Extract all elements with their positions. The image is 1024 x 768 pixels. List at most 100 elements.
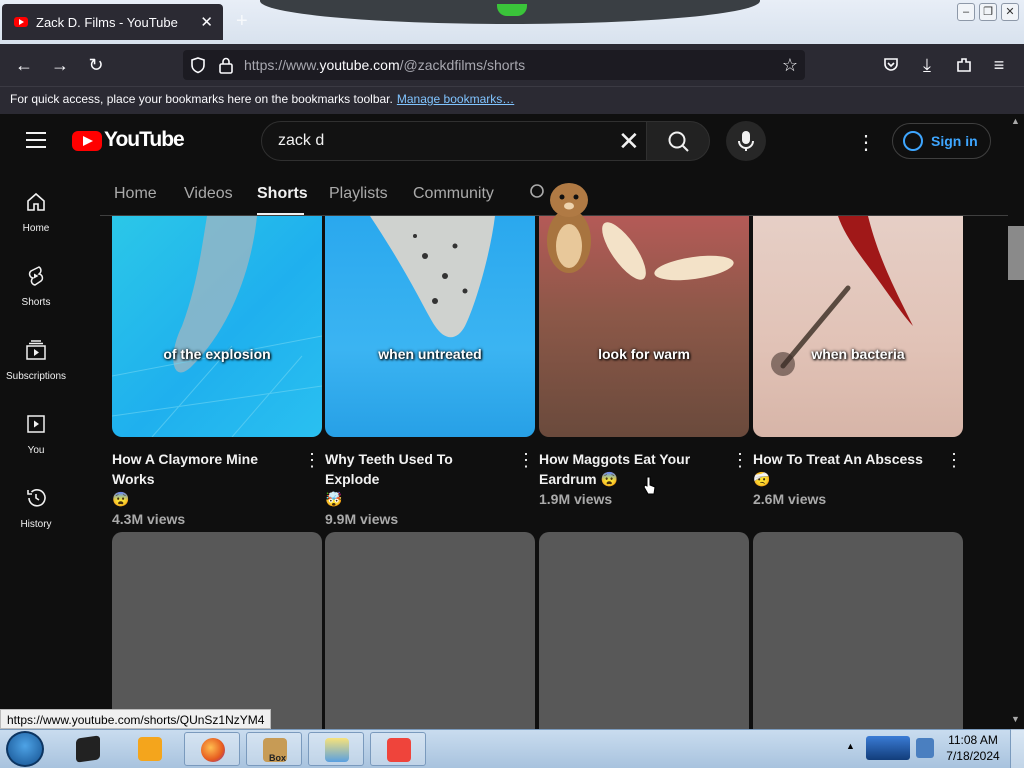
url-text[interactable]: https://www.youtube.com/@zackdfilms/shor… [244, 57, 525, 73]
search-button[interactable] [646, 121, 710, 161]
nav-you-label: You [27, 445, 45, 456]
taskbar-app-firefox[interactable] [184, 732, 240, 766]
short-caption-1: of the explosion [163, 346, 271, 362]
browser-tab-active[interactable]: Zack D. Films - YouTube ✕ [2, 4, 223, 40]
home-icon [27, 192, 45, 211]
short-placeholder-7 [539, 532, 749, 732]
scrollbar-thumb[interactable] [1008, 226, 1024, 280]
bookmarks-hint-text: For quick access, place your bookmarks h… [10, 92, 393, 106]
short-views-2: 9.9M views [325, 511, 399, 527]
show-desktop-button[interactable] [1010, 729, 1024, 768]
firefox-icon [201, 738, 225, 762]
short-thumbnail-2[interactable]: when untreated [325, 216, 535, 437]
volume-tray-icon[interactable] [916, 738, 934, 758]
reload-icon[interactable]: ↻ [83, 52, 109, 78]
hamster-sticker-image [547, 183, 591, 273]
you-icon [27, 415, 45, 433]
short-placeholder-6 [325, 532, 535, 732]
page-scrollbar[interactable] [1008, 115, 1024, 729]
tab-playlists[interactable]: Playlists [329, 185, 388, 203]
nav-history[interactable]: History [0, 486, 72, 530]
clear-search-icon[interactable]: ✕ [618, 128, 640, 154]
short-views-4: 2.6M views [753, 491, 827, 507]
shield-icon[interactable] [189, 56, 207, 74]
short-more-options-3-icon[interactable]: ⋮ [731, 450, 749, 471]
short-more-options-2-icon[interactable]: ⋮ [517, 450, 535, 471]
extensions-icon[interactable] [955, 56, 973, 74]
tray-expand-icon[interactable]: ▲ [846, 741, 855, 751]
status-link-preview: https://www.youtube.com/shorts/QUnSz1NzY… [0, 709, 272, 729]
short-caption-2: when untreated [378, 346, 482, 362]
nav-history-label: History [20, 519, 52, 530]
search-icon [668, 131, 689, 152]
short-views-3: 1.9M views [539, 491, 613, 507]
close-window-button[interactable]: ✕ [1001, 3, 1019, 21]
tab-shorts[interactable]: Shorts [257, 185, 308, 203]
short-placeholder-8 [753, 532, 963, 732]
terminal-icon [76, 735, 100, 763]
abscess-image [771, 216, 913, 376]
tab-home[interactable]: Home [114, 185, 157, 203]
short-title-3[interactable]: How Maggots Eat Your Eardrum 😨 1.9M views [539, 449, 725, 509]
clock-time: 11:08 AM [948, 733, 998, 747]
sign-in-label: Sign in [931, 133, 978, 149]
maximize-button[interactable]: ❐ [979, 3, 997, 21]
manage-bookmarks-link[interactable]: Manage bookmarks… [397, 92, 514, 106]
short-title-1[interactable]: How A Claymore Mine Works 😨 4.3M views [112, 449, 298, 529]
short-thumbnail-1[interactable]: of the explosion [112, 216, 322, 437]
app-menu-icon[interactable]: ≡ [986, 52, 1012, 78]
taskbar-app-box[interactable]: Box [246, 732, 302, 766]
lock-icon[interactable] [218, 56, 234, 74]
nav-shorts-label: Shorts [21, 297, 51, 308]
microphone-icon [738, 131, 754, 151]
minimize-button[interactable]: – [957, 3, 975, 21]
short-title-4[interactable]: How To Treat An Abscess 🤕 2.6M views [753, 449, 939, 509]
media-player-icon [138, 737, 162, 761]
tab-close-button[interactable]: ✕ [200, 13, 213, 31]
start-button[interactable] [6, 731, 44, 767]
nav-subscriptions[interactable]: Subscriptions [0, 338, 72, 382]
scroll-down-icon[interactable]: ▼ [1011, 714, 1020, 724]
taskbar-app-terminal[interactable] [60, 732, 116, 766]
tooth-image [370, 216, 495, 338]
bookmark-star-icon[interactable]: ☆ [777, 52, 803, 78]
installer-icon [325, 738, 349, 762]
short-thumbnail-4[interactable]: when bacteria [753, 216, 963, 437]
scroll-up-icon[interactable]: ▲ [1011, 116, 1020, 126]
youtube-logo-icon[interactable] [72, 131, 102, 151]
new-tab-button[interactable]: + [236, 10, 248, 33]
nav-home[interactable]: Home [0, 190, 72, 234]
search-input-value[interactable]: zack d [278, 132, 324, 150]
network-tray-icon[interactable] [866, 736, 910, 760]
nav-you[interactable]: You [0, 412, 72, 456]
pocket-icon[interactable] [882, 56, 900, 74]
download-icon[interactable]: ⤓ [914, 52, 940, 78]
taskbar-clock[interactable]: 11:08 AM 7/18/2024 [944, 732, 1002, 764]
hamburger-menu-icon[interactable] [26, 132, 46, 148]
taskbar-app-anydesk[interactable] [370, 732, 426, 766]
box-app-label: Box [269, 753, 287, 763]
taskbar-app-installer[interactable] [308, 732, 364, 766]
taskbar-app-media-player[interactable] [122, 732, 178, 766]
nav-home-label: Home [22, 223, 50, 234]
short-more-options-1-icon[interactable]: ⋮ [303, 450, 321, 471]
nav-subscriptions-label: Subscriptions [5, 371, 67, 382]
back-arrow-icon[interactable]: ← [11, 52, 37, 78]
youtube-logo-text[interactable]: YouTube [104, 128, 185, 152]
nav-shorts[interactable]: Shorts [0, 264, 72, 308]
bookmarks-toolbar: For quick access, place your bookmarks h… [0, 86, 1024, 114]
sign-in-button[interactable]: Sign in [892, 123, 991, 159]
account-icon [903, 131, 923, 151]
short-views-1: 4.3M views [112, 511, 186, 527]
forward-arrow-icon[interactable]: → [47, 52, 73, 78]
settings-more-icon[interactable]: ⋮ [856, 130, 876, 155]
history-icon [27, 489, 46, 507]
tab-videos[interactable]: Videos [184, 185, 233, 203]
tab-community[interactable]: Community [413, 185, 494, 203]
short-title-2[interactable]: Why Teeth Used To Explode 🤯 9.9M views [325, 449, 511, 529]
short-caption-3: look for warm [598, 346, 690, 362]
youtube-favicon-icon [14, 17, 28, 27]
voice-search-button[interactable] [726, 121, 766, 161]
short-placeholder-5 [112, 532, 322, 732]
short-more-options-4-icon[interactable]: ⋮ [945, 450, 963, 471]
